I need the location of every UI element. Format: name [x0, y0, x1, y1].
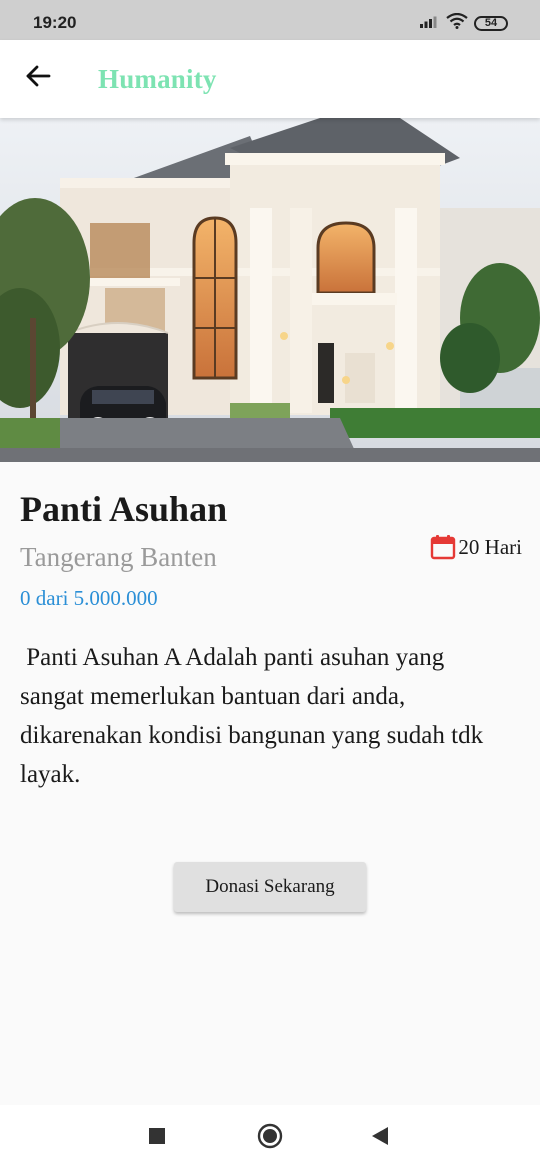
donate-now-button[interactable]: Donasi Sekarang	[174, 862, 366, 912]
wifi-icon	[446, 12, 468, 34]
home-circle-icon	[257, 1123, 283, 1154]
battery-icon: 54	[474, 15, 508, 31]
app-title: Humanity	[98, 64, 217, 94]
days-remaining: 20 Hari	[430, 534, 522, 560]
campaign-description: Panti Asuhan A Adalah panti asuhan yang …	[20, 644, 490, 788]
recents-button[interactable]	[142, 1123, 172, 1153]
days-remaining-label: 20 Hari	[458, 534, 522, 559]
back-triangle-icon	[371, 1126, 389, 1151]
system-nav-bar	[0, 1105, 540, 1170]
campaign-location: Tangerang Banten	[20, 542, 217, 572]
app-bar: Humanity	[0, 40, 540, 118]
house-photo	[0, 118, 540, 462]
back-button[interactable]	[20, 60, 56, 96]
donation-progress: 0 dari 5.000.000	[20, 586, 158, 610]
status-bar: 19:20 54	[0, 0, 540, 40]
home-button[interactable]	[255, 1123, 285, 1153]
campaign-title: Panti Asuhan	[20, 489, 228, 529]
system-back-button[interactable]	[365, 1123, 395, 1153]
status-icons: 54	[420, 12, 508, 34]
calendar-icon	[430, 534, 456, 560]
status-time: 19:20	[33, 13, 77, 32]
signal-icon	[420, 14, 440, 33]
recents-square-icon	[148, 1127, 166, 1150]
arrow-left-icon	[25, 64, 51, 93]
